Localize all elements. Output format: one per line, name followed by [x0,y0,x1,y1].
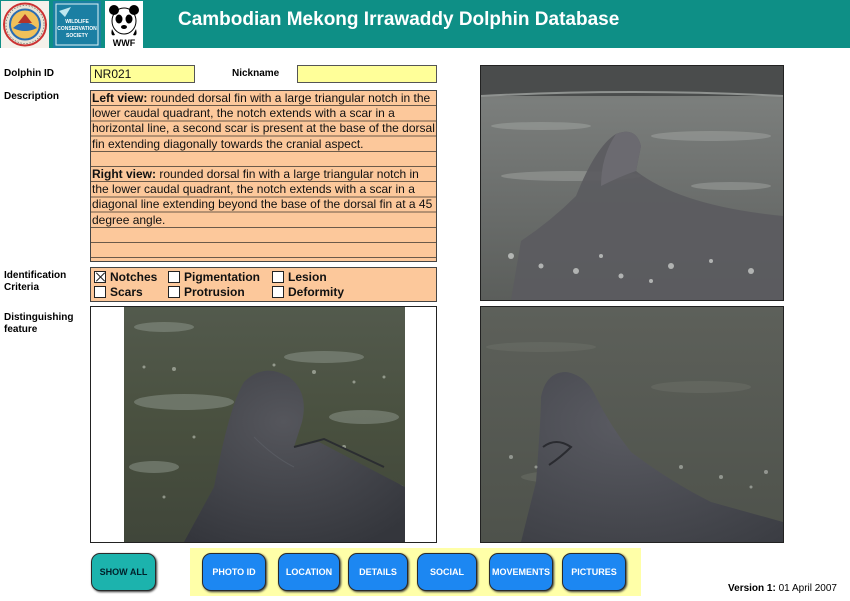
criteria-notches-label: Notches [110,270,158,284]
svg-text:SOCIETY: SOCIETY [66,33,89,39]
location-button[interactable]: LOCATION [278,553,340,591]
app-header: WILDLIFE CONSERVATION SOCIETY WWF Cambod… [0,0,850,48]
wildlife-conservation-society-logo: WILDLIFE CONSERVATION SOCIETY [53,1,101,48]
criteria-pigmentation-label: Pigmentation [184,270,261,284]
social-button[interactable]: SOCIAL [417,553,477,591]
checkbox-scars[interactable] [94,286,106,298]
photo-id-button[interactable]: PHOTO ID [202,553,266,591]
identification-criteria-label: Identification Criteria [4,270,66,294]
criteria-notches[interactable]: Notches [94,270,157,284]
criteria-deformity[interactable]: Deformity [272,285,344,299]
criteria-protrusion-label: Protrusion [184,285,245,299]
description-text: Left view: rounded dorsal fin with a lar… [92,91,435,243]
criteria-lesion-label: Lesion [288,270,327,284]
nickname-field[interactable] [297,65,437,83]
version-date: 01 April 2007 [775,583,837,594]
pictures-button[interactable]: PICTURES [562,553,626,591]
right-view-photo-frame [480,306,784,543]
right-view-photo [481,307,783,542]
left-view-heading: Left view: [92,91,148,105]
fisheries-administration-logo [1,1,49,48]
checkbox-notches[interactable] [94,271,106,283]
criteria-deformity-label: Deformity [288,285,345,299]
distinguishing-feature-label-line-2: feature [4,324,38,335]
identification-criteria-panel: Notches Pigmentation Lesion Scars Protru… [90,267,437,302]
svg-text:WILDLIFE: WILDLIFE [65,19,89,25]
dolphin-id-field[interactable]: NR021 [90,65,195,83]
criteria-lesion[interactable]: Lesion [272,270,327,284]
criteria-pigmentation[interactable]: Pigmentation [168,270,260,284]
description-field[interactable]: Left view: rounded dorsal fin with a lar… [90,90,437,262]
distinguishing-feature-photo [124,307,405,542]
nickname-label: Nickname [232,68,280,79]
movements-button[interactable]: MOVEMENTS [489,553,553,591]
distinguishing-feature-label-line-1: Distinguishing [4,312,74,323]
version-label: Version 1: 01 April 2007 [728,583,837,594]
identification-criteria-label-line-1: Identification [4,270,67,281]
checkbox-deformity[interactable] [272,286,284,298]
criteria-scars-label: Scars [110,285,143,299]
wwf-panda-logo: WWF [105,1,143,48]
distinguishing-feature-label: Distinguishing feature [4,312,73,336]
dolphin-id-label: Dolphin ID [4,68,54,79]
checkbox-lesion[interactable] [272,271,284,283]
criteria-scars[interactable]: Scars [94,285,143,299]
identification-criteria-label-line-2: Criteria [4,282,40,293]
checkbox-pigmentation[interactable] [168,271,180,283]
version-number: Version 1: [728,583,776,594]
left-view-photo-frame [480,65,784,301]
svg-text:CONSERVATION: CONSERVATION [57,26,97,32]
description-label: Description [4,91,60,102]
svg-text:WWF: WWF [113,38,136,48]
navigation-button-strip: PHOTO ID LOCATION DETAILS SOCIAL MOVEMEN… [190,548,641,596]
checkbox-protrusion[interactable] [168,286,180,298]
criteria-protrusion[interactable]: Protrusion [168,285,245,299]
distinguishing-feature-photo-frame [90,306,437,543]
left-view-photo [481,66,783,300]
right-view-heading: Right view: [92,167,157,181]
show-all-button[interactable]: SHOW ALL [91,553,156,591]
page-title: Cambodian Mekong Irrawaddy Dolphin Datab… [178,9,620,30]
details-button[interactable]: DETAILS [348,553,408,591]
